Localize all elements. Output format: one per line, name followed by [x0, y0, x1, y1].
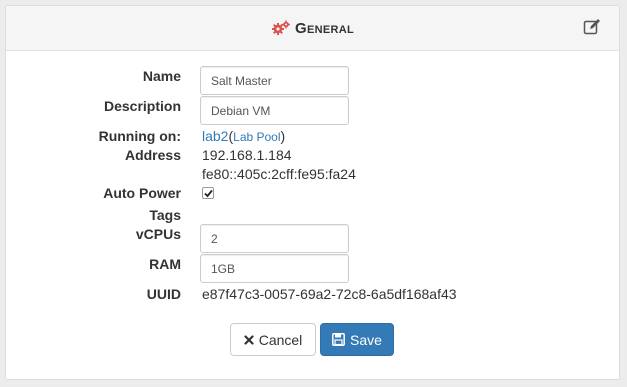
running-on-label: Running on:: [98, 128, 181, 144]
checkmark-icon: [204, 189, 213, 198]
panel-title: General: [6, 20, 619, 40]
pool-link[interactable]: Lab Pool: [233, 130, 280, 144]
cancel-label: Cancel: [258, 331, 303, 348]
panel-title-text: General: [295, 20, 354, 37]
floppy-disk-icon: [332, 333, 345, 346]
vcpus-input[interactable]: [200, 224, 349, 253]
pool-close-paren: ): [280, 128, 286, 144]
save-label: Save: [350, 331, 382, 348]
description-input[interactable]: [200, 96, 349, 125]
host-link[interactable]: lab2: [202, 128, 228, 144]
address-label: Address: [124, 147, 181, 163]
ipv6-address: fe80::405c:2cff:fe95:fa24: [202, 166, 356, 182]
close-icon: [244, 334, 254, 345]
tags-label: Tags: [149, 207, 181, 223]
name-label: Name: [142, 68, 181, 84]
running-on-value: lab2(Lab Pool): [202, 128, 285, 144]
uuid-label: UUID: [146, 286, 181, 302]
general-panel: General Name Description Running on: lab…: [5, 5, 620, 380]
save-button[interactable]: Save: [320, 323, 394, 356]
name-input[interactable]: [200, 66, 349, 95]
description-label: Description: [103, 98, 181, 114]
auto-power-checkbox[interactable]: [202, 187, 214, 199]
edit-icon[interactable]: [583, 18, 601, 41]
gears-icon: [271, 20, 291, 40]
panel-header: General: [6, 6, 619, 51]
ram-label: RAM: [149, 256, 181, 272]
uuid-value: e87f47c3-0057-69a2-72c8-6a5df168af43: [202, 286, 457, 302]
vcpus-label: vCPUs: [135, 226, 181, 242]
ram-input[interactable]: [200, 254, 349, 283]
auto-power-label: Auto Power: [103, 185, 181, 201]
ipv4-address: 192.168.1.184: [202, 147, 292, 163]
cancel-button[interactable]: Cancel: [230, 323, 316, 356]
